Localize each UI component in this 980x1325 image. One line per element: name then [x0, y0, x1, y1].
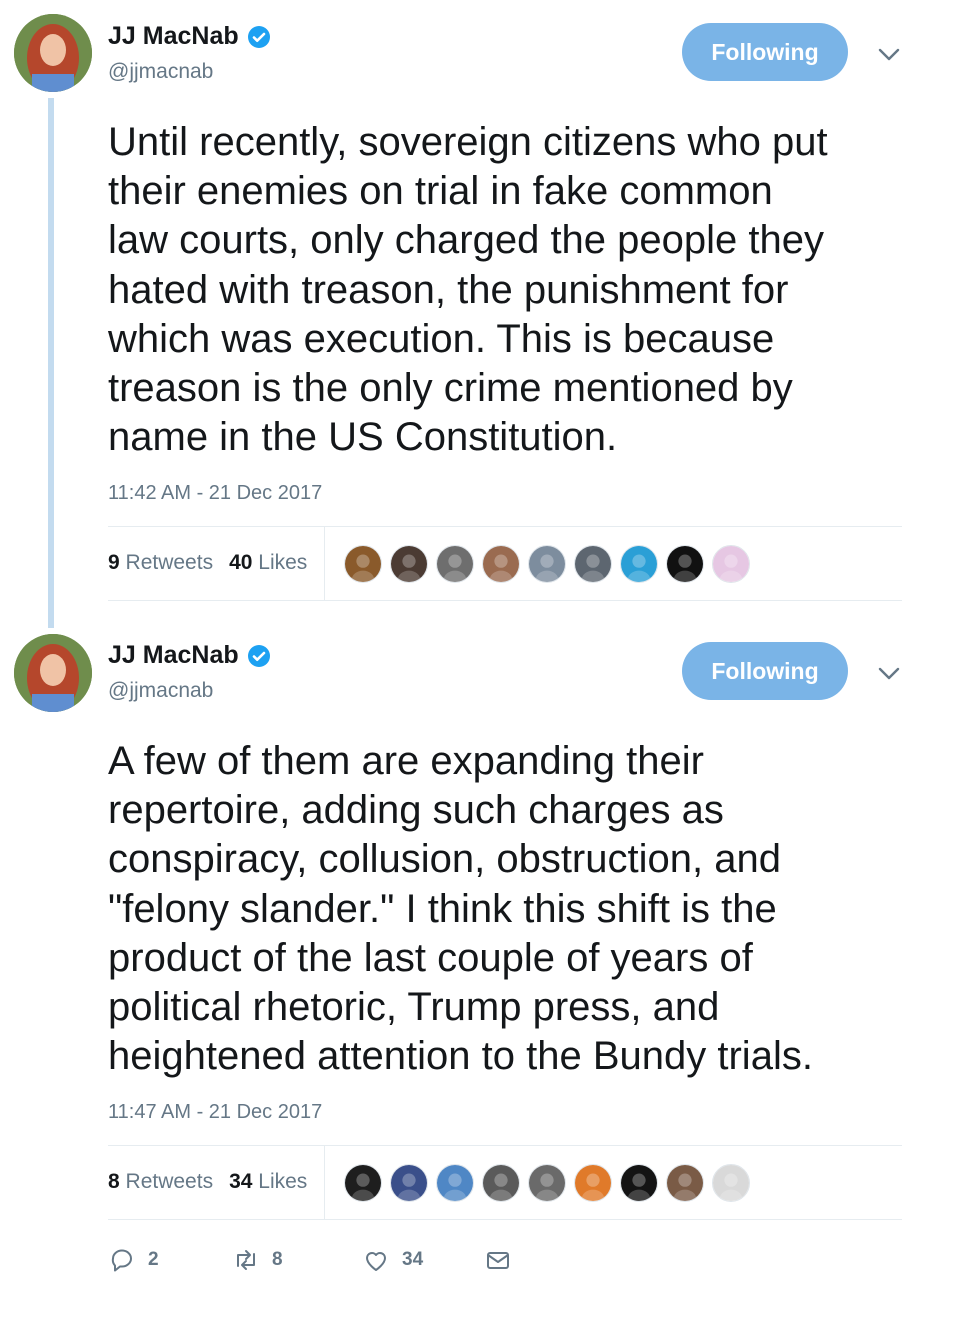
- tweet-actions: 2 8 34: [108, 1240, 512, 1280]
- following-button[interactable]: Following: [682, 23, 848, 81]
- liker-avatar[interactable]: [344, 1164, 382, 1202]
- liker-avatar[interactable]: [528, 1164, 566, 1202]
- stats-divider: [324, 1146, 325, 1220]
- heart-icon: [366, 1252, 386, 1271]
- retweets-label: Retweets: [125, 551, 214, 574]
- liker-avatar[interactable]: [620, 545, 658, 583]
- divider: [108, 1219, 902, 1220]
- divider: [108, 600, 902, 601]
- likes-label: Likes: [258, 551, 308, 574]
- tweet-stats: 9 Retweets 40 Likes: [108, 551, 307, 575]
- verified-badge-icon: [247, 25, 270, 48]
- liker-avatar[interactable]: [666, 545, 704, 583]
- liker-avatar[interactable]: [712, 545, 750, 583]
- following-button[interactable]: Following: [682, 642, 848, 700]
- liker-avatar[interactable]: [482, 545, 520, 583]
- likes-stat[interactable]: 34 Likes: [229, 1170, 307, 1194]
- divider: [108, 1145, 902, 1146]
- divider: [108, 526, 902, 527]
- liker-avatar[interactable]: [344, 545, 382, 583]
- liker-avatar[interactable]: [436, 1164, 474, 1202]
- retweet-count: 8: [272, 1249, 283, 1270]
- tweet-text: A few of them are expanding their repert…: [108, 739, 813, 1079]
- avatar[interactable]: [14, 14, 92, 92]
- tweet-stats: 8 Retweets 34 Likes: [108, 1170, 307, 1194]
- like-count: 34: [402, 1249, 424, 1270]
- tweet-text: Until recently, sovereign citizens who p…: [108, 120, 828, 460]
- likes-count: 40: [229, 551, 253, 574]
- author-name[interactable]: JJ MacNab: [108, 641, 271, 670]
- avatar[interactable]: [14, 634, 92, 712]
- verified-badge-icon: [247, 644, 270, 667]
- reply-count: 2: [148, 1249, 159, 1270]
- chevron-down-icon[interactable]: [876, 664, 902, 682]
- stats-divider: [324, 527, 325, 601]
- reply-icon: [111, 1249, 132, 1272]
- retweets-stat[interactable]: 9 Retweets: [108, 551, 213, 575]
- retweets-stat[interactable]: 8 Retweets: [108, 1170, 213, 1194]
- chevron-down-icon[interactable]: [876, 45, 902, 63]
- retweets-label: Retweets: [125, 1170, 214, 1193]
- liker-avatar[interactable]: [620, 1164, 658, 1202]
- envelope-icon: [487, 1252, 509, 1269]
- author-handle[interactable]: @jjmacnab: [108, 679, 213, 703]
- liker-avatar[interactable]: [390, 545, 428, 583]
- author-handle[interactable]: @jjmacnab: [108, 60, 213, 84]
- retweets-count: 9: [108, 551, 120, 574]
- thread-connector: [48, 98, 54, 628]
- like-button[interactable]: 34: [362, 1246, 484, 1274]
- author-name-text[interactable]: JJ MacNab: [108, 641, 239, 670]
- retweet-icon: [237, 1250, 255, 1270]
- likers-avatars: [344, 1164, 750, 1202]
- liker-avatar[interactable]: [482, 1164, 520, 1202]
- retweet-button[interactable]: 8: [232, 1246, 362, 1274]
- liker-avatar[interactable]: [436, 545, 474, 583]
- likers-avatars: [344, 545, 750, 583]
- liker-avatar[interactable]: [574, 1164, 612, 1202]
- liker-avatar[interactable]: [390, 1164, 428, 1202]
- likes-stat[interactable]: 40 Likes: [229, 551, 307, 575]
- likes-count: 34: [229, 1170, 253, 1193]
- likes-label: Likes: [258, 1170, 308, 1193]
- direct-message-button[interactable]: [484, 1246, 512, 1274]
- liker-avatar[interactable]: [712, 1164, 750, 1202]
- liker-avatar[interactable]: [528, 545, 566, 583]
- tweet-timestamp[interactable]: 11:42 AM - 21 Dec 2017: [108, 482, 322, 505]
- author-name[interactable]: JJ MacNab: [108, 22, 271, 51]
- tweet-timestamp[interactable]: 11:47 AM - 21 Dec 2017: [108, 1101, 322, 1124]
- author-name-text[interactable]: JJ MacNab: [108, 22, 239, 51]
- reply-button[interactable]: 2: [108, 1246, 232, 1274]
- retweets-count: 8: [108, 1170, 120, 1193]
- liker-avatar[interactable]: [574, 545, 612, 583]
- liker-avatar[interactable]: [666, 1164, 704, 1202]
